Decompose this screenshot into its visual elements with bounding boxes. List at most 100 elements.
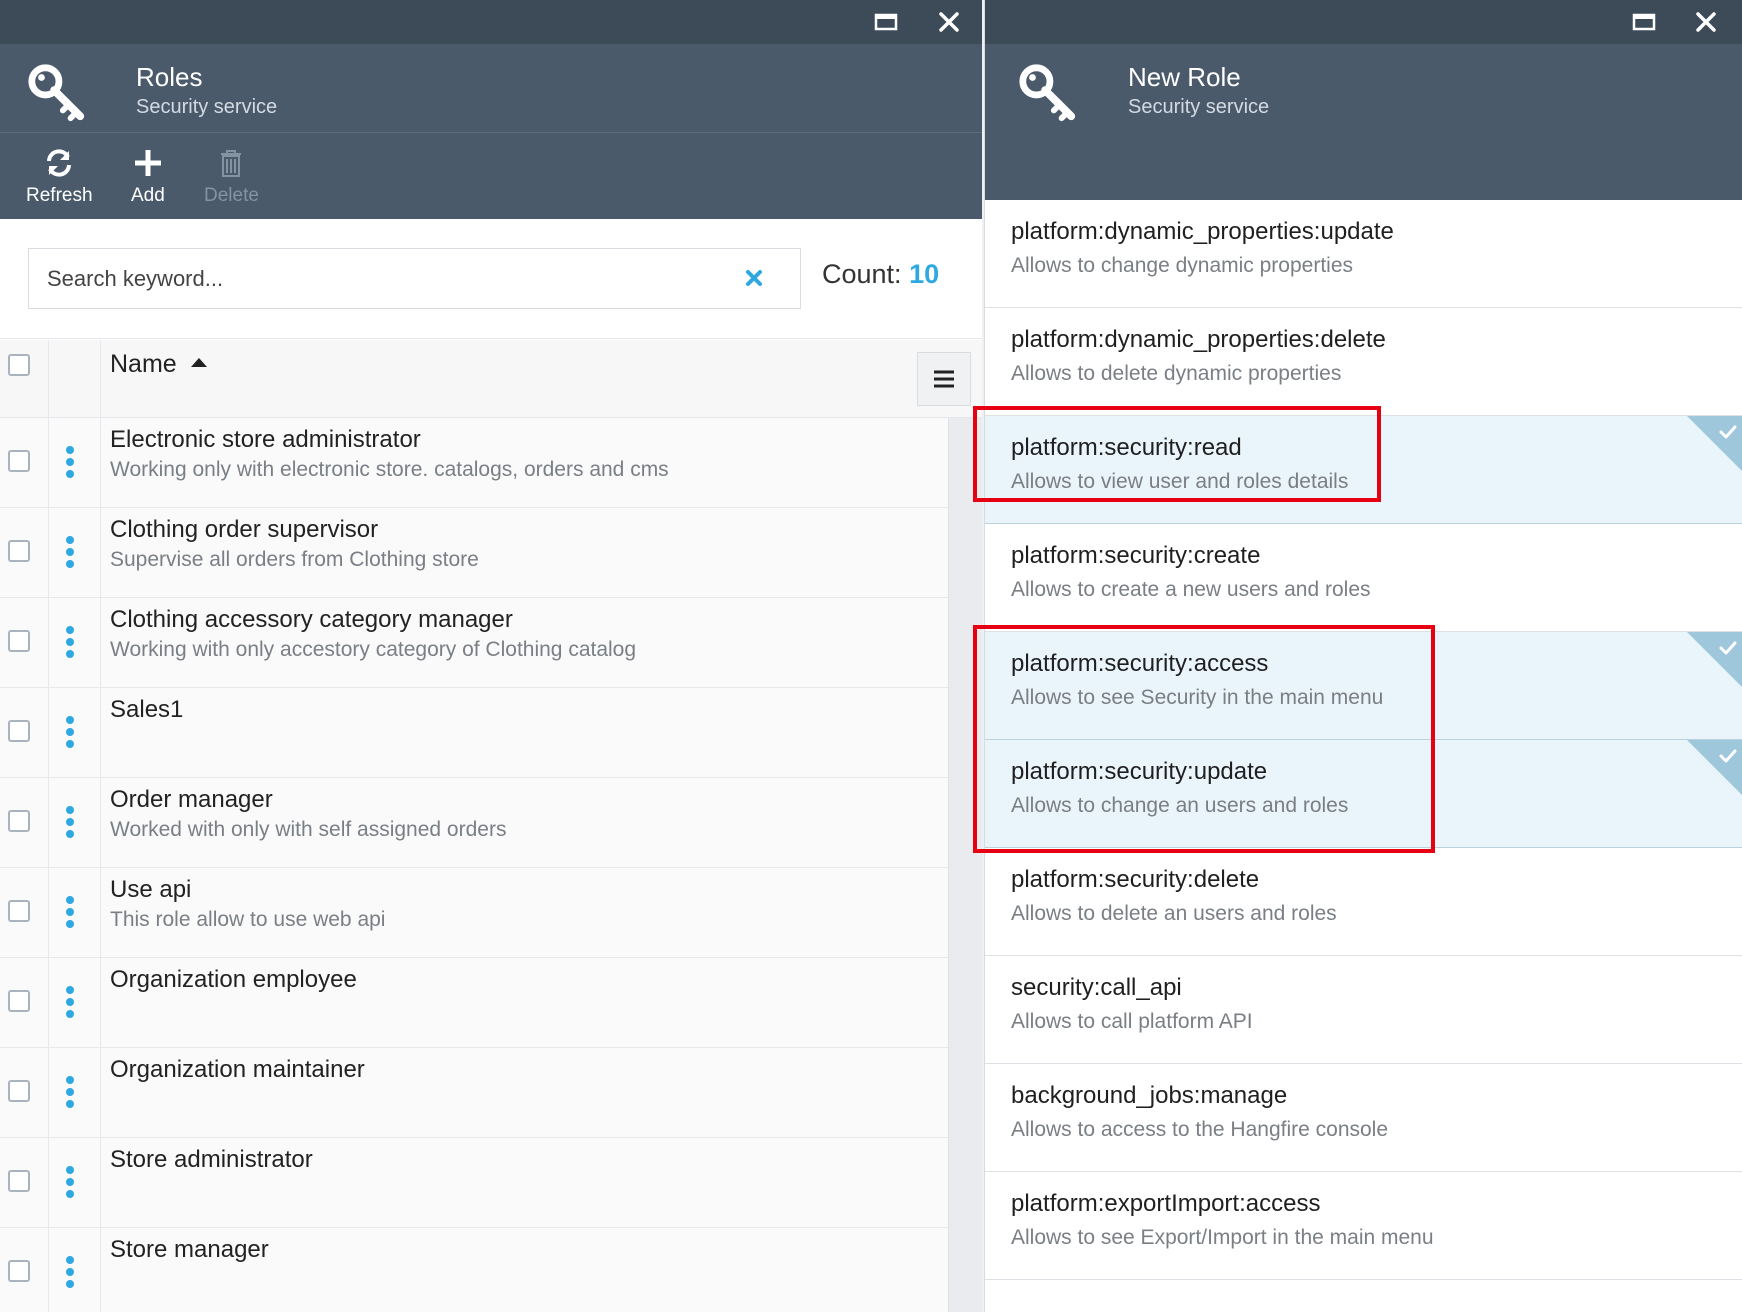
- key-icon: [1019, 64, 1076, 122]
- row-checkbox[interactable]: [8, 540, 30, 562]
- table-row[interactable]: Order manager Worked with only with self …: [0, 778, 948, 868]
- vertical-dots-icon[interactable]: [66, 626, 74, 658]
- column-divider: [48, 778, 49, 867]
- row-checkbox[interactable]: [8, 990, 30, 1012]
- search-input[interactable]: [29, 249, 729, 308]
- column-divider: [100, 1228, 101, 1312]
- delete-button[interactable]: Delete: [204, 147, 259, 207]
- vertical-dots-icon[interactable]: [66, 896, 74, 928]
- table-row[interactable]: Store manager: [0, 1228, 948, 1312]
- permission-name: background_jobs:manage: [1011, 1082, 1288, 1109]
- row-checkbox[interactable]: [8, 1260, 30, 1282]
- permission-description: Allows to change dynamic properties: [1011, 254, 1354, 277]
- column-divider: [100, 1138, 101, 1227]
- row-checkbox[interactable]: [8, 630, 30, 652]
- blade-header: Roles Security service: [0, 44, 982, 133]
- close-icon[interactable]: [1690, 6, 1722, 38]
- plus-icon: [134, 150, 161, 176]
- delete-label: Delete: [204, 185, 259, 206]
- blade-subtitle: Security service: [1128, 96, 1270, 118]
- role-name: Electronic store administrator: [110, 426, 421, 453]
- toolbar: Refresh Add Delete: [0, 133, 982, 219]
- vertical-dots-icon[interactable]: [66, 806, 74, 838]
- roles-blade: Roles Security service Refresh Add Delet…: [0, 0, 982, 1312]
- vertical-dots-icon[interactable]: [66, 1166, 74, 1198]
- permission-name: security:call_api: [1011, 974, 1182, 1001]
- permission-name: platform:security:delete: [1011, 866, 1260, 893]
- select-all-checkbox[interactable]: [8, 354, 30, 376]
- permission-description: Allows to delete an users and roles: [1011, 902, 1337, 925]
- column-divider: [48, 340, 49, 417]
- permission-description: Allows to delete dynamic properties: [1011, 362, 1342, 385]
- row-checkbox[interactable]: [8, 810, 30, 832]
- maximize-icon[interactable]: [870, 6, 902, 38]
- column-divider: [48, 418, 49, 507]
- row-checkbox[interactable]: [8, 720, 30, 742]
- vertical-dots-icon[interactable]: [66, 536, 74, 568]
- table-row[interactable]: Clothing order supervisor Supervise all o…: [0, 508, 948, 598]
- permission-item[interactable]: platform:exportImport:access Allows to se…: [985, 1172, 1742, 1280]
- key-icon: [28, 64, 85, 122]
- row-checkbox[interactable]: [8, 900, 30, 922]
- search-box: [28, 248, 801, 309]
- permission-description: Allows to see Export/Import in the main …: [1011, 1226, 1434, 1249]
- close-icon[interactable]: [933, 6, 965, 38]
- vertical-dots-icon[interactable]: [66, 446, 74, 478]
- column-divider: [100, 688, 101, 777]
- role-name: Use api: [110, 876, 192, 903]
- column-divider: [48, 958, 49, 1047]
- count-display: Count: 10: [822, 259, 939, 290]
- table-row[interactable]: Use api This role allow to use web api: [0, 868, 948, 958]
- permission-item[interactable]: platform:dynamic_properties:delete Allows…: [985, 308, 1742, 416]
- column-divider: [48, 1228, 49, 1312]
- vertical-dots-icon[interactable]: [66, 1256, 74, 1288]
- permission-name: platform:security:create: [1011, 542, 1261, 569]
- row-checkbox[interactable]: [8, 1080, 30, 1102]
- add-button[interactable]: Add: [131, 147, 165, 207]
- refresh-button[interactable]: Refresh: [26, 147, 93, 207]
- role-name: Store administrator: [110, 1146, 313, 1173]
- column-divider: [48, 688, 49, 777]
- table-row[interactable]: Clothing accessory category manager Worki…: [0, 598, 948, 688]
- maximize-icon[interactable]: [1628, 6, 1660, 38]
- table-row[interactable]: Sales1: [0, 688, 948, 778]
- permission-item[interactable]: platform:security:create Allows to create…: [985, 524, 1742, 632]
- name-column-header[interactable]: Name: [110, 350, 207, 379]
- count-value: 10: [909, 259, 940, 289]
- trash-icon: [221, 150, 242, 177]
- row-checkbox[interactable]: [8, 450, 30, 472]
- role-description: Working only with electronic store. cata…: [110, 458, 669, 481]
- check-icon: [1687, 740, 1742, 795]
- table-row[interactable]: Electronic store administrator Working on…: [0, 418, 948, 508]
- highlight-annotation: [973, 625, 1435, 853]
- hamburger-menu-icon: [934, 370, 954, 388]
- blade-header: New Role Security service: [985, 44, 1742, 218]
- table-row[interactable]: Organization employee: [0, 958, 948, 1048]
- roles-grid: Name Electronic store administrator Worki…: [0, 340, 982, 1312]
- column-divider: [100, 958, 101, 1047]
- permission-item[interactable]: platform:security:delete Allows to delete…: [985, 848, 1742, 956]
- vertical-dots-icon[interactable]: [66, 716, 74, 748]
- refresh-icon: [47, 149, 72, 177]
- vertical-dots-icon[interactable]: [66, 986, 74, 1018]
- grid-menu-button[interactable]: [917, 352, 971, 406]
- role-description: Supervise all orders from Clothing store: [110, 548, 479, 571]
- permission-item[interactable]: platform:dynamic_properties:update Allows…: [985, 200, 1742, 308]
- name-header-label: Name: [110, 350, 177, 378]
- blade-window-bar: [985, 0, 1742, 44]
- blade-subtitle: Security service: [136, 96, 278, 118]
- table-row[interactable]: Store administrator: [0, 1138, 948, 1228]
- permission-name: platform:dynamic_properties:update: [1011, 218, 1394, 245]
- permission-item[interactable]: background_jobs:manage Allows to access t…: [985, 1064, 1742, 1172]
- vertical-dots-icon[interactable]: [66, 1076, 74, 1108]
- role-description: This role allow to use web api: [110, 908, 386, 931]
- permission-item[interactable]: security:call_api Allows to call platform…: [985, 956, 1742, 1064]
- role-name: Organization maintainer: [110, 1056, 365, 1083]
- table-row[interactable]: Organization maintainer: [0, 1048, 948, 1138]
- role-name: Order manager: [110, 786, 273, 813]
- role-description: Worked with only with self assigned orde…: [110, 818, 507, 841]
- grid-scrollbar[interactable]: [948, 418, 982, 1312]
- row-checkbox[interactable]: [8, 1170, 30, 1192]
- clear-x-icon[interactable]: [742, 266, 766, 290]
- permission-description: Allows to call platform API: [1011, 1010, 1253, 1033]
